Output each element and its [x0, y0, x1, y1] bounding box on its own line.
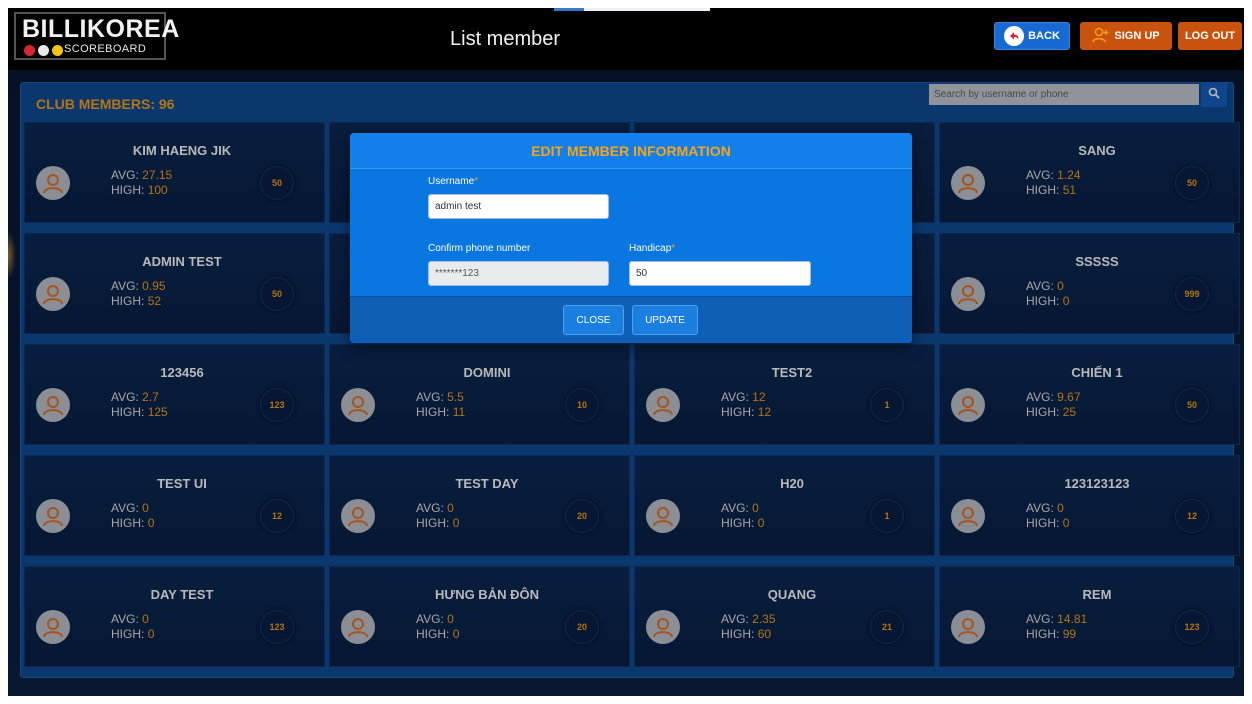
log-out-button-label: LOG OUT [1184, 30, 1236, 42]
update-button-label: UPDATE [645, 314, 685, 326]
logo-dots [24, 45, 63, 56]
edge-glow [8, 230, 16, 280]
handicap-label-group: Handicap* [629, 243, 675, 254]
required-mark: * [474, 176, 479, 187]
app-window: BILLIKOREA SCOREBOARD List member BACK S… [8, 8, 1244, 696]
modal-title: EDIT MEMBER INFORMATION [531, 142, 731, 159]
modal-header: EDIT MEMBER INFORMATION [350, 133, 912, 169]
username-label-group: Username* [428, 176, 478, 187]
close-button[interactable]: CLOSE [563, 305, 624, 335]
sign-up-button[interactable]: SIGN UP [1080, 22, 1172, 50]
logo-dot-red [24, 45, 35, 56]
edit-member-modal: EDIT MEMBER INFORMATION Username* Confir… [350, 133, 912, 343]
logo-dot-yellow [52, 45, 63, 56]
logo-name: BILLIKOREA [22, 15, 180, 43]
back-button[interactable]: BACK [994, 22, 1070, 50]
confirm-phone-field [428, 261, 609, 286]
phone-label: Confirm phone number [428, 243, 531, 254]
page-title: List member [450, 28, 561, 50]
top-accent-strip [554, 8, 710, 11]
close-button-label: CLOSE [576, 314, 611, 326]
back-arrow-icon [1004, 26, 1025, 46]
sign-up-button-label: SIGN UP [1114, 30, 1160, 42]
top-bar: BILLIKOREA SCOREBOARD List member BACK S… [8, 8, 1244, 70]
handicap-field[interactable] [629, 261, 811, 286]
update-button[interactable]: UPDATE [632, 305, 698, 335]
modal-footer: CLOSE UPDATE [350, 296, 912, 343]
back-button-label: BACK [1028, 30, 1060, 42]
user-add-icon [1092, 27, 1110, 46]
log-out-button[interactable]: LOG OUT [1178, 22, 1242, 50]
logo-subtitle: SCOREBOARD [64, 43, 147, 55]
logo-dot-white [38, 45, 49, 56]
username-field[interactable] [428, 194, 609, 219]
required-mark: * [671, 243, 676, 254]
handicap-label: Handicap [629, 243, 672, 254]
username-label: Username [428, 176, 475, 187]
logo: BILLIKOREA SCOREBOARD [14, 12, 179, 60]
